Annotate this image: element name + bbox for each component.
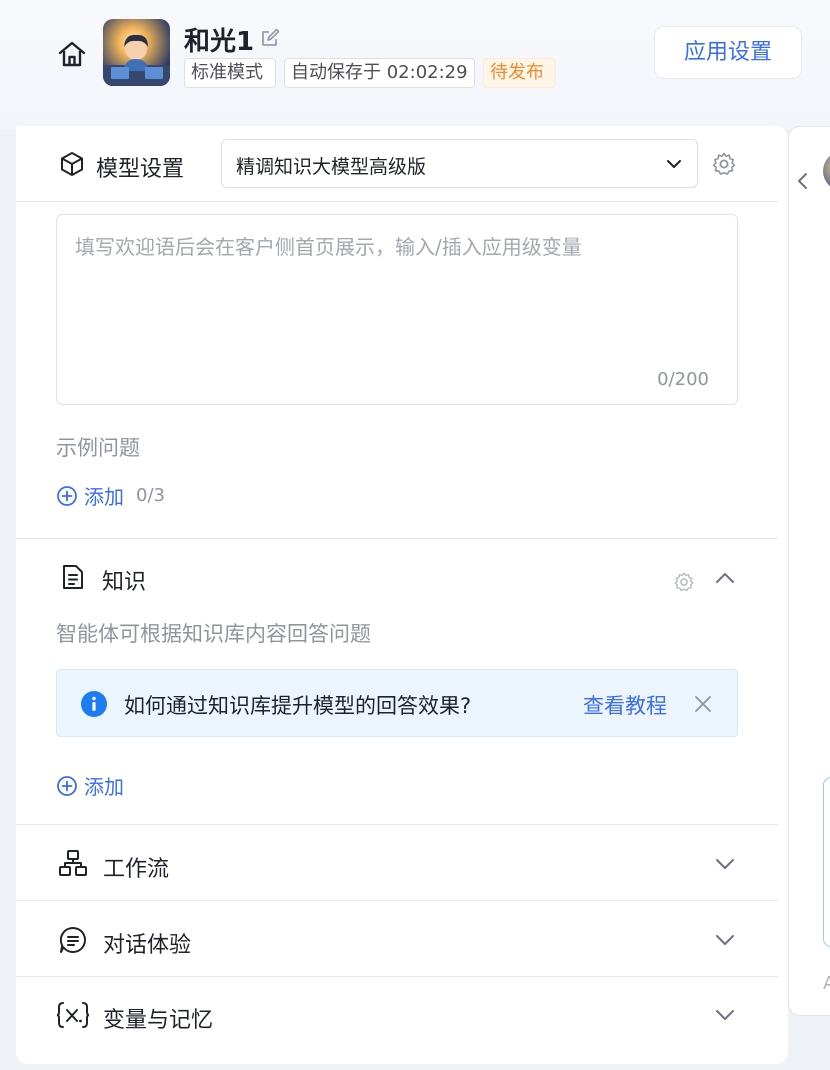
- collapse-left-icon[interactable]: [795, 171, 811, 191]
- app-name: 和光1: [184, 27, 255, 57]
- knowledge-gear-icon[interactable]: [673, 571, 695, 593]
- model-select-value: 精调知识大模型高级版: [236, 156, 427, 178]
- add-label: 添加: [84, 485, 124, 509]
- workflow-icon: [59, 850, 87, 876]
- mode-tag: 标准模式: [184, 58, 276, 88]
- preview-input[interactable]: [823, 777, 830, 947]
- model-select[interactable]: 精调知识大模型高级版: [221, 139, 698, 188]
- chevron-up-icon[interactable]: [714, 568, 736, 588]
- view-tutorial-link[interactable]: 查看教程: [583, 690, 667, 720]
- info-icon: [81, 691, 107, 717]
- example-questions-title: 示例问题: [56, 436, 140, 460]
- document-icon: [63, 565, 83, 589]
- preview-partial-text: A: [823, 973, 830, 994]
- example-question-count: 0/3: [136, 485, 165, 506]
- add-knowledge-button[interactable]: 添加: [56, 771, 124, 800]
- plus-circle-icon: [57, 775, 77, 796]
- config-panel: 模型设置 精调知识大模型高级版 填写欢迎语后会在客户侧首页展示，输入/插入应用级…: [16, 126, 788, 1064]
- divider: [16, 201, 778, 202]
- chevron-down-icon[interactable]: [714, 1005, 736, 1025]
- model-gear-icon[interactable]: [711, 151, 737, 177]
- app-avatar: [103, 19, 170, 86]
- add-label: 添加: [84, 775, 124, 799]
- knowledge-description: 智能体可根据知识库内容回答问题: [56, 622, 371, 646]
- char-counter: 0/200: [657, 369, 709, 390]
- welcome-message-input[interactable]: 填写欢迎语后会在客户侧首页展示，输入/插入应用级变量 0/200: [56, 214, 738, 405]
- workflow-title: 工作流: [103, 857, 170, 882]
- knowledge-title: 知识: [102, 570, 147, 595]
- cube-icon: [61, 152, 83, 176]
- add-example-question-button[interactable]: 添加 0/3: [56, 481, 165, 510]
- knowledge-tip-banner: 如何通过知识库提升模型的回答效果? 查看教程: [56, 669, 738, 737]
- edit-icon[interactable]: [258, 26, 282, 50]
- chat-icon: [59, 926, 86, 953]
- home-icon[interactable]: [56, 38, 88, 70]
- knowledge-tip-text: 如何通过知识库提升模型的回答效果?: [124, 694, 472, 718]
- plus-circle-icon: [57, 485, 77, 506]
- variable-icon: [56, 1002, 90, 1028]
- status-badge: 待发布: [483, 58, 556, 88]
- divider: [16, 538, 778, 539]
- model-settings-title: 模型设置: [96, 157, 185, 182]
- chevron-down-icon[interactable]: [714, 854, 736, 874]
- dialog-title: 对话体验: [103, 933, 192, 958]
- app-settings-button[interactable]: 应用设置: [654, 26, 802, 79]
- variables-title: 变量与记忆: [103, 1008, 214, 1033]
- chevron-down-icon[interactable]: [714, 930, 736, 950]
- welcome-placeholder: 填写欢迎语后会在客户侧首页展示，输入/插入应用级变量: [75, 235, 582, 259]
- preview-panel: A: [788, 126, 830, 1016]
- chevron-down-icon: [667, 160, 681, 168]
- autosave-tag: 自动保存于 02:02:29: [284, 58, 475, 88]
- preview-avatar: [823, 151, 830, 191]
- close-icon[interactable]: [694, 695, 712, 713]
